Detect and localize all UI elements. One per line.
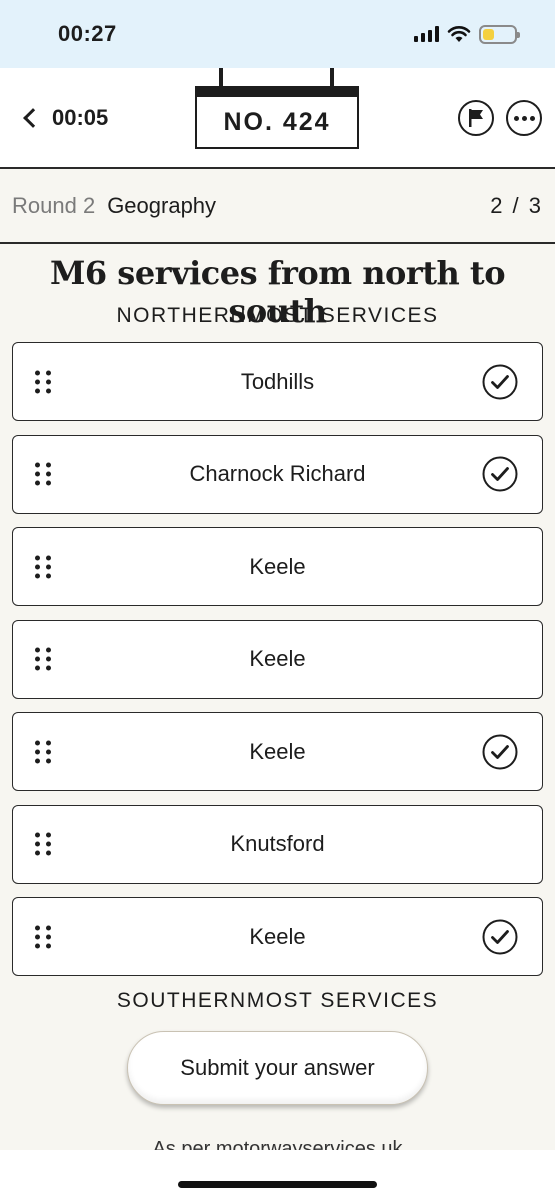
status-bar: 00:27 <box>0 0 555 68</box>
answer-item[interactable]: Keele <box>12 527 543 606</box>
status-icons <box>414 24 520 44</box>
northernmost-label: NORTHERNMOST SERVICES <box>116 304 439 327</box>
drag-handle-icon[interactable] <box>35 555 51 578</box>
answer-label: Keele <box>249 923 306 949</box>
drag-handle-icon[interactable] <box>35 462 51 486</box>
status-time: 00:27 <box>58 21 117 46</box>
round-topic: Geography <box>107 192 217 218</box>
drag-handle-icon[interactable] <box>35 925 51 948</box>
back-button[interactable]: 00:05 <box>18 98 108 138</box>
round-label: Round 2 <box>12 192 96 218</box>
check-circle-icon <box>482 364 518 399</box>
wifi-icon <box>447 26 471 42</box>
answer-item[interactable]: Keele <box>12 897 543 976</box>
answer-label: Keele <box>249 553 306 579</box>
quiz-number-sign: NO. 424 <box>195 86 359 149</box>
answer-label: Todhills <box>240 368 315 394</box>
chevron-left-icon <box>23 108 43 128</box>
drag-handle-icon[interactable] <box>35 832 51 856</box>
drag-handle-icon[interactable] <box>35 740 51 763</box>
submit-answer-button[interactable]: Submit your answer <box>127 1031 428 1105</box>
countdown-timer: 00:05 <box>52 105 109 130</box>
answer-item[interactable]: Todhills <box>12 342 543 421</box>
check-circle-icon <box>482 456 518 492</box>
answer-label: Keele <box>249 738 306 764</box>
answer-label: Charnock Richard <box>189 461 366 486</box>
answer-item[interactable]: Keele <box>12 712 543 791</box>
report-button[interactable] <box>458 100 494 136</box>
round-bar: Round 2 Geography 2 / 3 <box>0 169 555 244</box>
answer-label: Keele <box>249 646 306 671</box>
southernmost-label: SOUTHERNMOST SERVICES <box>116 989 439 1012</box>
drag-handle-icon[interactable] <box>35 370 51 393</box>
answer-item[interactable]: Keele <box>12 619 543 699</box>
quiz-header: 00:05 NO. 424 <box>0 68 555 169</box>
check-circle-icon <box>482 919 518 954</box>
answer-item[interactable]: Knutsford <box>12 804 543 884</box>
answer-label: Knutsford <box>230 831 325 856</box>
check-circle-icon <box>482 734 518 769</box>
answer-item[interactable]: Charnock Richard <box>12 434 543 514</box>
flag-icon <box>469 109 483 127</box>
answer-list: Todhills Charnock Richard Keele Keele Ke… <box>12 342 543 990</box>
drag-handle-icon[interactable] <box>35 647 51 671</box>
more-button[interactable] <box>506 100 542 136</box>
bottom-bar <box>0 1150 555 1200</box>
battery-icon <box>479 24 520 44</box>
more-icon <box>513 115 535 121</box>
cellular-signal-icon <box>414 26 439 42</box>
round-progress: 2 / 3 <box>490 192 543 218</box>
quiz-number: NO. 424 <box>223 108 331 136</box>
home-indicator[interactable] <box>178 1181 377 1188</box>
